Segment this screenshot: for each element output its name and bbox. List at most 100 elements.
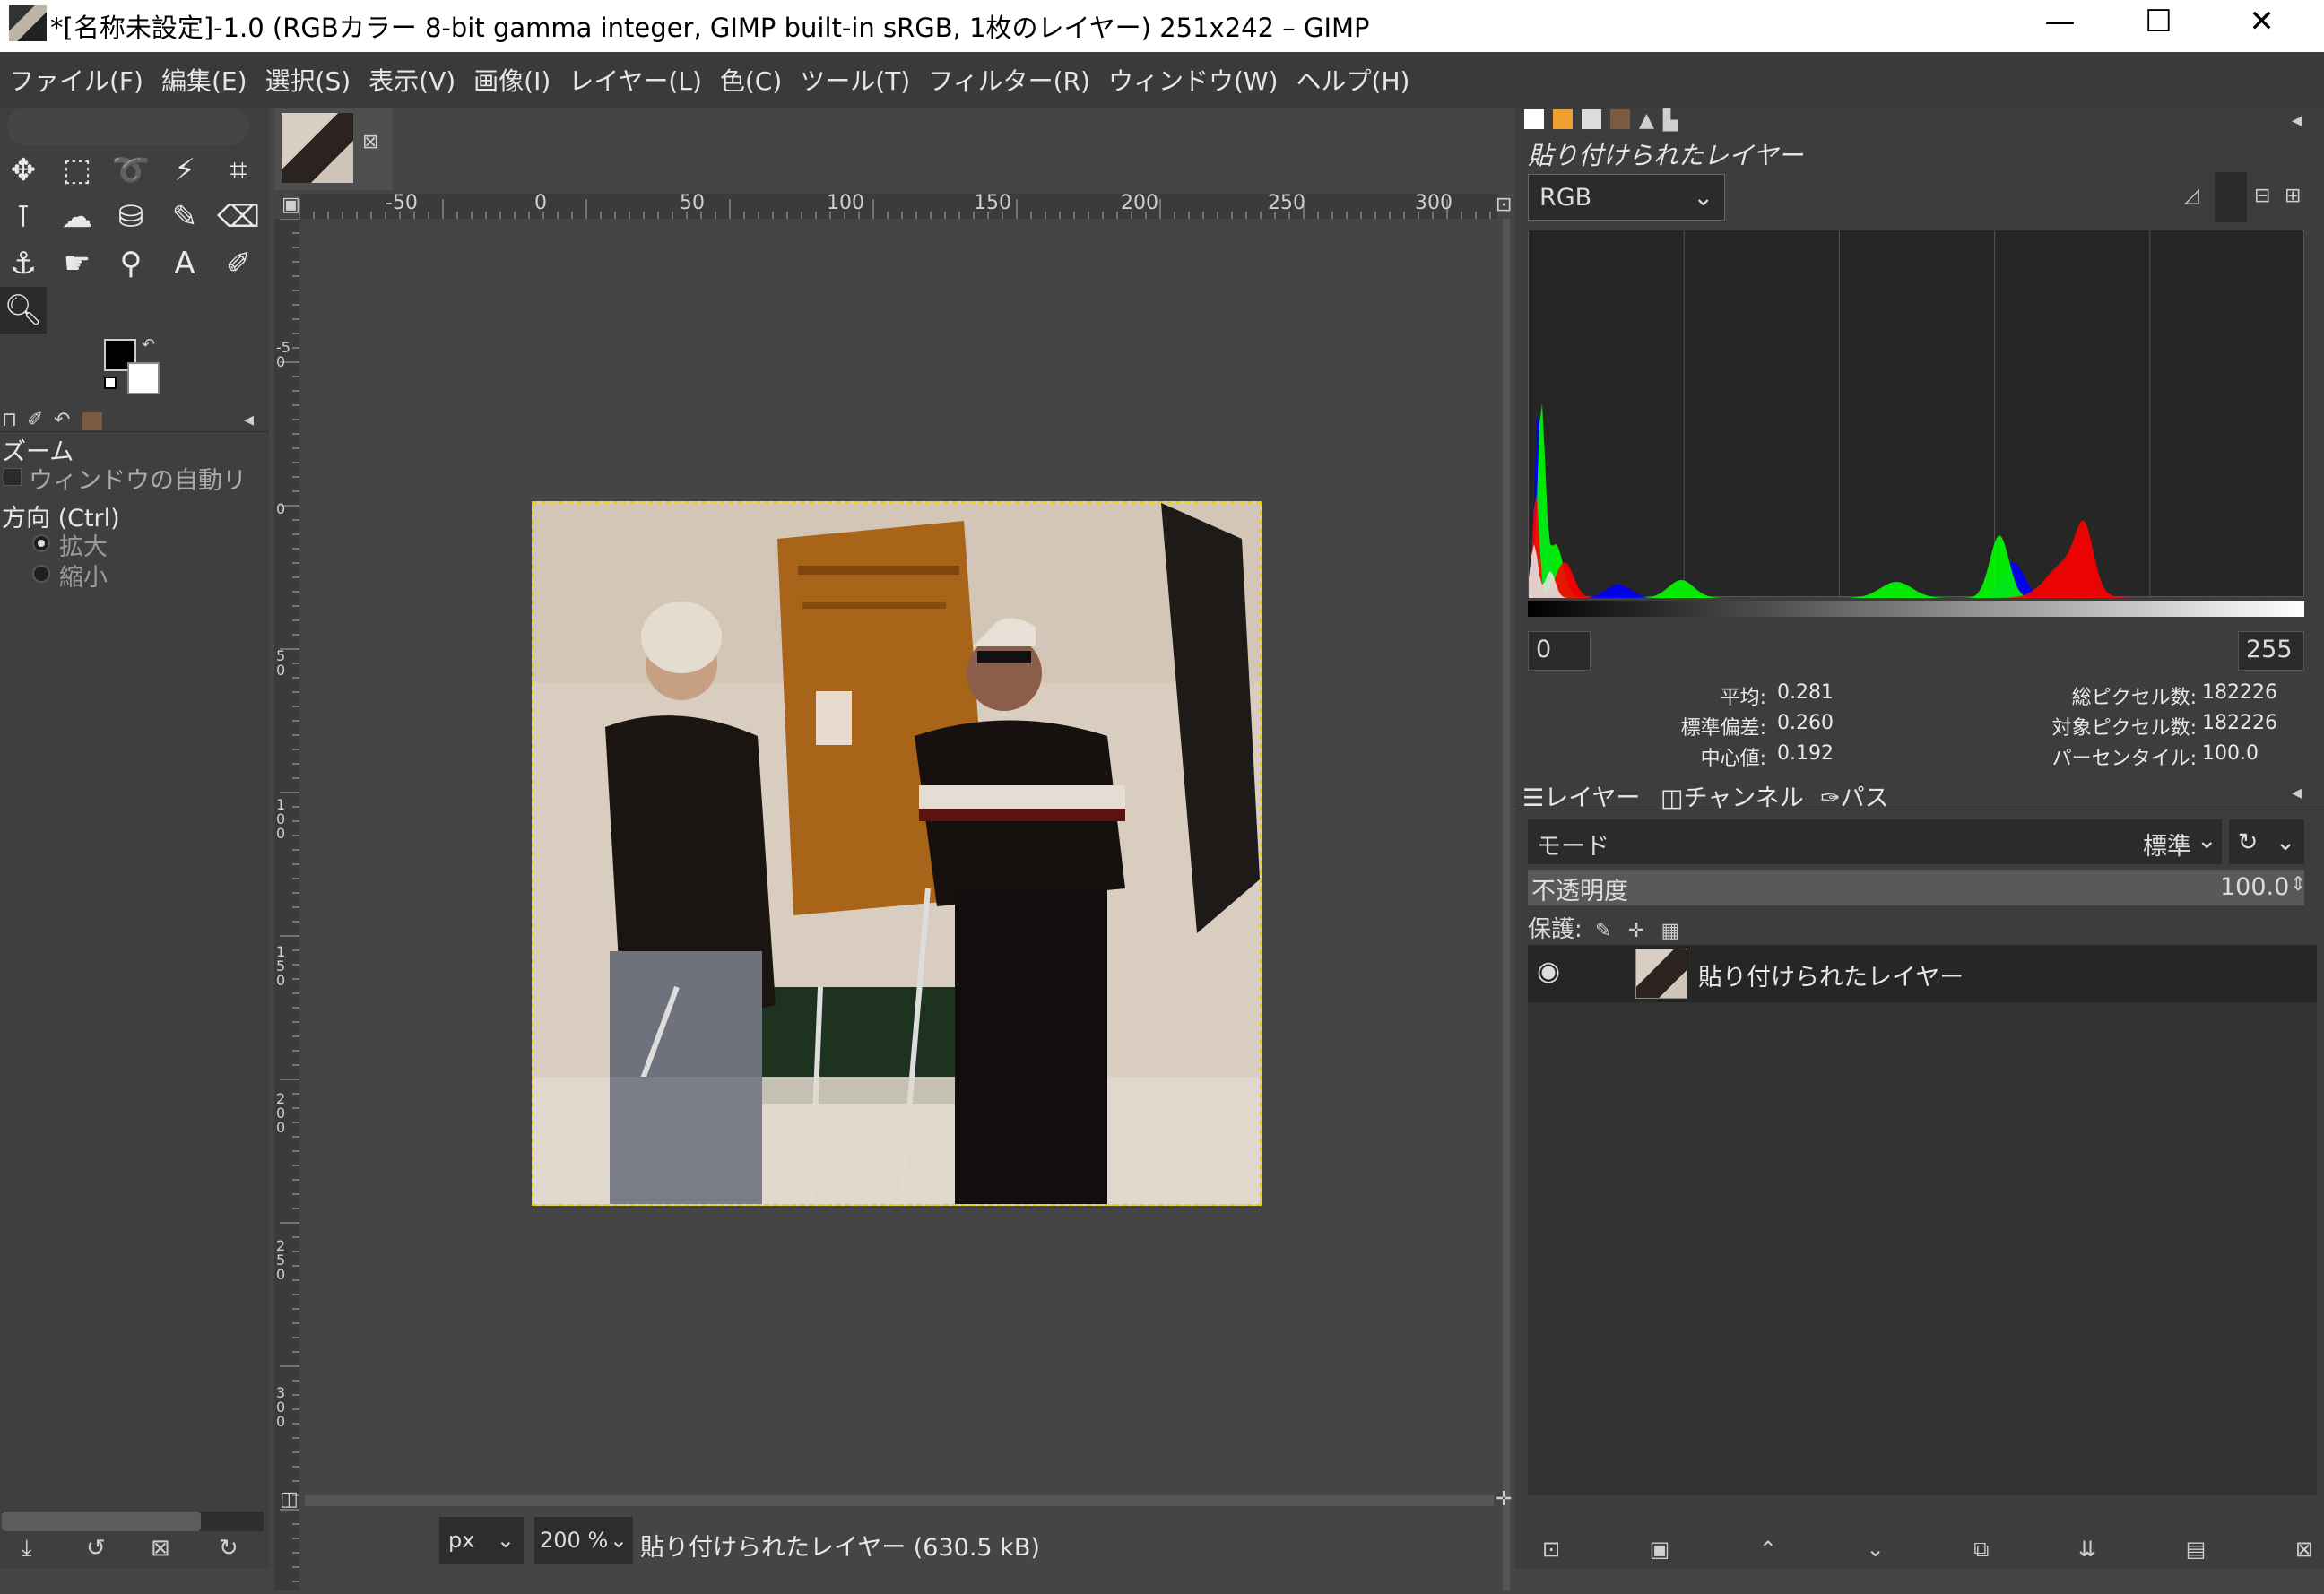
menu-view[interactable]: 表示(V)	[360, 62, 464, 98]
layer-name[interactable]: 貼り付けられたレイヤー	[1698, 957, 1964, 992]
linear-histogram-icon[interactable]: ◿	[2184, 185, 2199, 207]
menu-file[interactable]: ファイル(F)	[0, 62, 152, 98]
tab-paths[interactable]: ✑パス	[1820, 778, 1889, 813]
undo-history-tab-icon[interactable]: ↶	[54, 409, 70, 431]
layer-mask-icon[interactable]: ▤	[2186, 1537, 2207, 1562]
layer-mode-selector[interactable]: モード 標準 ⌄	[1528, 819, 2222, 864]
overlap-channels-icon[interactable]: ⊟	[2254, 185, 2270, 207]
menu-windows[interactable]: ウィンドウ(W)	[1099, 62, 1288, 98]
navigate-icon[interactable]: ✛	[1496, 1488, 1512, 1511]
eraser-tool-icon[interactable]: ⌫	[215, 194, 262, 240]
restore-tool-preset-icon[interactable]: ↺	[86, 1535, 106, 1562]
tool-options-scrollbar[interactable]	[2, 1512, 264, 1531]
paintbrush-tool-icon[interactable]: ✎	[161, 194, 208, 240]
status-info: 貼り付けられたレイヤー (630.5 kB)	[640, 1534, 1040, 1562]
smudge-tool-icon[interactable]: ☛	[54, 240, 100, 287]
histogram-tab-icon[interactable]: ▙	[1663, 109, 1678, 132]
merge-layer-icon[interactable]: ⇊	[2078, 1537, 2096, 1562]
lock-label: 保護:	[1528, 916, 1583, 943]
menu-tools[interactable]: ツール(T)	[791, 62, 919, 98]
bucket-fill-tool-icon[interactable]: ⛁	[108, 194, 154, 240]
paths-tool-icon[interactable]: ⚲	[108, 240, 154, 287]
zoom-in-radio[interactable]	[32, 534, 50, 552]
vertical-scrollbar[interactable]	[1503, 219, 1510, 1590]
default-colors-icon[interactable]	[104, 377, 117, 389]
menu-help[interactable]: ヘルプ(H)	[1288, 62, 1419, 98]
reset-tool-options-icon[interactable]: ↻	[219, 1535, 238, 1562]
menu-filters[interactable]: フィルター(R)	[919, 62, 1099, 98]
clone-tool-icon[interactable]: ⚓	[0, 240, 47, 287]
opacity-spin-icon[interactable]: ⇕	[2290, 873, 2306, 896]
tool-options-tab-icon[interactable]: ⊓	[2, 409, 17, 431]
lasso-tool-icon[interactable]: ➰	[108, 147, 154, 194]
separate-channels-icon[interactable]: ⊞	[2285, 185, 2301, 207]
background-color-swatch[interactable]	[127, 362, 160, 394]
quick-mask-toggle-icon[interactable]: ◫	[280, 1488, 299, 1511]
tab-channels[interactable]: ◫チャンネル	[1661, 778, 1804, 813]
paths-tab-icon[interactable]: ▲	[1639, 109, 1654, 132]
fuzzy-select-tool-icon[interactable]: ⚡	[161, 147, 208, 194]
layer-row[interactable]: ◉ 貼り付けられたレイヤー	[1528, 945, 2317, 1002]
rect-select-tool-icon[interactable]: ⬚	[54, 147, 100, 194]
channel-selector[interactable]: RGB ⌄	[1528, 174, 1725, 221]
ruler-label: -50	[276, 339, 290, 370]
delete-tool-preset-icon[interactable]: ⊠	[151, 1535, 170, 1562]
minimize-button[interactable]: —	[2008, 0, 2112, 43]
unit-selector[interactable]: px ⌄	[439, 1517, 524, 1564]
lock-alpha-icon[interactable]: ▦	[1661, 920, 1679, 942]
fonts-tab-icon[interactable]	[1582, 109, 1601, 129]
image-tab-close-icon[interactable]: ⊠	[362, 131, 378, 153]
crop-tool-icon[interactable]: ⌗	[215, 147, 262, 194]
text-tool-icon[interactable]: A	[161, 240, 208, 287]
new-layer-group-icon[interactable]: ▣	[1650, 1537, 1670, 1562]
chain-link-toggle[interactable]	[1591, 957, 1621, 988]
menu-colors[interactable]: 色(C)	[711, 62, 791, 98]
close-button[interactable]: ✕	[2210, 0, 2313, 43]
device-status-tab-icon[interactable]: ✐	[27, 409, 43, 431]
menu-image[interactable]: 画像(I)	[464, 62, 559, 98]
image-tab[interactable]: ⊠	[274, 108, 393, 190]
auto-resize-checkbox[interactable]	[4, 468, 22, 486]
zoom-tool-icon[interactable]: 🔍︎	[0, 287, 47, 334]
range-min-input[interactable]: 0	[1528, 631, 1591, 671]
warp-tool-icon[interactable]: ☁	[54, 194, 100, 240]
color-picker-tool-icon[interactable]: ✐	[215, 240, 262, 287]
tool-options-scrollbar-thumb[interactable]	[2, 1512, 201, 1531]
zoom-out-radio[interactable]	[32, 565, 50, 583]
menu-layer[interactable]: レイヤー(L)	[559, 62, 711, 98]
horizontal-scrollbar[interactable]	[305, 1495, 1494, 1506]
zoom-follow-window-icon[interactable]: ⊡	[1496, 194, 1512, 216]
lower-layer-icon[interactable]: ⌄	[1867, 1537, 1885, 1562]
images-tab-icon[interactable]	[82, 412, 102, 430]
composite-mode-selector[interactable]: ↻ ⌄	[2229, 819, 2304, 864]
opacity-slider[interactable]: 不透明度 100.0 ⇕	[1528, 870, 2306, 905]
lock-pixels-icon[interactable]: ✎	[1595, 920, 1611, 942]
delete-layer-icon[interactable]: ⊠	[2295, 1537, 2313, 1562]
new-layer-icon[interactable]: ⊡	[1542, 1537, 1560, 1562]
layers-dock-menu-icon[interactable]: ◂	[2292, 782, 2302, 804]
range-max-input[interactable]: 255	[2238, 631, 2304, 671]
swap-colors-icon[interactable]: ↶	[142, 335, 155, 354]
tab-layers[interactable]: ☰レイヤー	[1522, 778, 1640, 813]
dock-menu-icon[interactable]: ◂	[2292, 109, 2302, 132]
quick-mask-corner-icon[interactable]: ▣	[282, 194, 300, 216]
colors-tab-icon[interactable]	[1524, 109, 1544, 129]
menu-select[interactable]: 選択(S)	[256, 62, 360, 98]
images-dock-tab-icon[interactable]	[1610, 109, 1630, 129]
save-tool-preset-icon[interactable]: ⤓	[22, 1535, 32, 1563]
brushes-tab-icon[interactable]	[1553, 109, 1573, 129]
lock-position-icon[interactable]: ✛	[1628, 920, 1644, 942]
transform-tool-icon[interactable]: ⊺	[0, 194, 47, 240]
maximize-button[interactable]: ☐	[2107, 0, 2210, 43]
horizontal-ruler[interactable]	[299, 194, 1497, 219]
raise-layer-icon[interactable]: ⌃	[1759, 1537, 1777, 1562]
zoom-selector[interactable]: 200 % ⌄	[534, 1517, 633, 1564]
move-tool-icon[interactable]: ✥	[0, 147, 47, 194]
log-histogram-button[interactable]	[2215, 172, 2247, 222]
tool-options-menu-icon[interactable]: ◂	[244, 409, 254, 431]
histogram-view[interactable]	[1528, 230, 2305, 598]
menu-edit[interactable]: 編集(E)	[152, 62, 256, 98]
eye-icon[interactable]: ◉	[1537, 956, 1560, 987]
canvas-image[interactable]	[532, 501, 1262, 1206]
duplicate-layer-icon[interactable]: ⧉	[1973, 1537, 1989, 1562]
